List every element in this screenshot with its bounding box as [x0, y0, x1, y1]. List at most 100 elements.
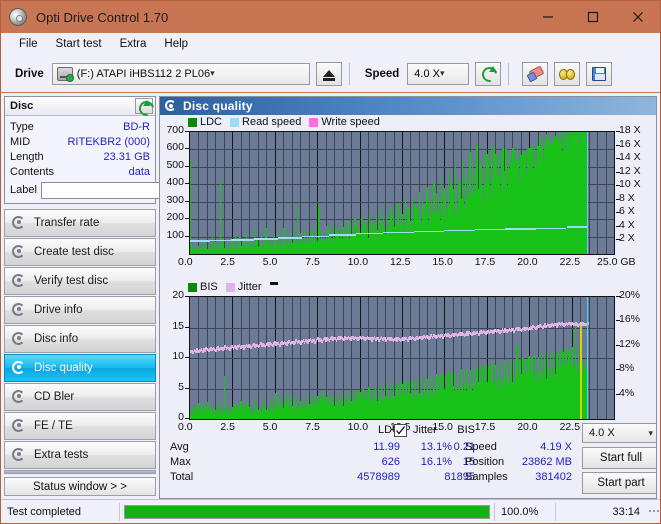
bis-jitter-plot-area [189, 296, 615, 420]
y-axis-tick-mark [185, 296, 189, 297]
disc-icon [12, 244, 27, 260]
sidebar-item-fe-te[interactable]: FE / TE [4, 412, 156, 440]
ldc-plot-area [189, 131, 615, 255]
secondary-y-axis-tick-label: 2 X [619, 232, 635, 245]
sidebar-item-disc-quality[interactable]: Disc quality [4, 354, 156, 382]
stats-header-ldc: LDC [377, 424, 400, 436]
refresh-icon [481, 66, 497, 81]
secondary-y-axis-tick-label: 12 X [619, 164, 641, 177]
erase-button[interactable] [522, 61, 549, 86]
read-speed-line [413, 230, 445, 233]
minimize-icon[interactable] [525, 1, 570, 33]
y-axis-tick-mark [185, 235, 189, 237]
test-speed-select[interactable]: 4.0 X ▾ [582, 423, 656, 443]
stats-speed-value: 4.19 X [540, 441, 572, 453]
disc-type-value: BD-R [123, 120, 150, 133]
secondary-y-axis-tick-mark [616, 185, 620, 187]
status-window-button[interactable]: Status window > > [4, 477, 156, 496]
x-axis-tick-label: 2.5 [220, 256, 235, 268]
y-axis-tick-label: 10 [172, 350, 184, 362]
position-cursor-line [586, 297, 589, 419]
eject-button[interactable] [315, 61, 342, 86]
x-axis-tick-label: 10.0 [347, 256, 369, 268]
secondary-y-axis-tick-mark [616, 131, 620, 132]
charts-area: LDC Read speed Write speed 700 600 500 400 300… [160, 115, 656, 433]
sidebar-item-create-test-disc[interactable]: Create test disc [4, 238, 156, 266]
stats-samples-value: 381402 [535, 471, 572, 483]
secondary-y-axis-tick-label: 20% [619, 289, 641, 301]
secondary-y-axis-tick-label: 18 X [619, 124, 641, 136]
sidebar-item-cd-bler[interactable]: CD Bler [4, 383, 156, 411]
x-axis-tick-label: 25.0 GB [597, 256, 636, 268]
start-part-button[interactable]: Start part [582, 472, 656, 494]
disc-icon [12, 215, 27, 231]
progress-bar-fill [125, 505, 489, 518]
disc-panel-title: Disc [10, 100, 34, 112]
sidebar-spacer [4, 470, 156, 474]
y-axis-tick-mark [185, 200, 189, 202]
elapsed-time: 33:14 [612, 505, 640, 518]
status-divider-1 [119, 502, 120, 521]
disc-info-rows: Type BD-R MID RITEKBR2 (000) Length 23.3… [5, 116, 243, 203]
menu-bar: File Start test Extra Help [1, 33, 660, 55]
disc-row-mid: MID RITEKBR2 (000) [10, 134, 150, 149]
speed-select[interactable]: 4.0 X ▾ [407, 62, 470, 85]
chevron-down-icon: ▾ [439, 68, 445, 78]
maximize-icon[interactable] [570, 1, 615, 33]
menu-item-start-test[interactable]: Start test [47, 36, 111, 52]
close-icon[interactable] [615, 1, 660, 33]
x-axis-tick-label: 12.5 [390, 256, 411, 268]
legend-swatch [309, 117, 319, 127]
sidebar-item-drive-info[interactable]: Drive info [4, 296, 156, 324]
legend-label: Jitter [237, 281, 262, 293]
legend-swatch [225, 282, 235, 292]
refresh-icon [138, 100, 151, 112]
sidebar-item-disc-info[interactable]: Disc info [4, 325, 156, 353]
legend-item: LDC [188, 116, 222, 128]
read-speed-line [329, 234, 357, 236]
secondary-y-axis-tick-mark [616, 393, 620, 395]
secondary-y-axis-tick-mark [616, 198, 620, 200]
series-container [190, 297, 614, 419]
disc-row-contents: Contents data [10, 164, 150, 179]
sidebar-item-transfer-rate[interactable]: Transfer rate [4, 209, 156, 237]
menu-item-file[interactable]: File [10, 36, 47, 52]
menu-item-help[interactable]: Help [155, 36, 197, 52]
jitter-checkbox[interactable] [394, 424, 407, 437]
app-window: Opti Drive Control 1.70 File Start test … [0, 0, 661, 524]
menu-item-extra[interactable]: Extra [111, 36, 156, 52]
jitter-checkbox-label: Jitter [413, 424, 437, 436]
sidebar-item-label: Disc info [34, 333, 79, 345]
secondary-y-axis-tick-mark [616, 158, 620, 160]
disc-row-label: Label [10, 181, 243, 199]
series-container [190, 132, 614, 254]
read-speed-line [230, 239, 255, 241]
y-axis-tick-label: 15 [172, 319, 184, 332]
sidebar-item-verify-test-disc[interactable]: Verify test disc [4, 267, 156, 295]
save-icon [592, 66, 607, 81]
secondary-y-axis-tick-mark [616, 225, 620, 227]
y-axis-tick-label: 200 [166, 211, 184, 224]
y-axis-tick-mark [185, 357, 189, 358]
x-axis-tick-label: 17.5 [474, 256, 496, 268]
position-cursor-line [586, 132, 589, 254]
sidebar-item-extra-tests[interactable]: Extra tests [4, 441, 156, 469]
y-axis-tick-label: 700 [166, 124, 184, 136]
refresh-button[interactable] [475, 61, 502, 86]
x-axis-tick-label: 20.0 [517, 256, 538, 268]
drive-select[interactable]: (F:) ATAPI iHBS112 2 PL06 ▾ [51, 62, 310, 85]
save-button[interactable] [586, 61, 613, 86]
stats-jitter-max: 16.1% [420, 456, 452, 468]
glasses-button[interactable] [554, 61, 581, 86]
legend-item: Read speed [230, 116, 301, 128]
sidebar-item-label: Transfer rate [34, 217, 100, 229]
y-axis-tick-mark [185, 418, 189, 419]
disc-refresh-button[interactable] [135, 98, 153, 114]
chevron-down-icon: ▾ [648, 427, 653, 438]
ldc-chart: LDC Read speed Write speed 700 600 500 400 300… [160, 115, 656, 280]
legend-label: Read speed [242, 116, 302, 128]
start-full-button[interactable]: Start full [582, 447, 656, 469]
disc-panel-header: Disc [5, 97, 155, 116]
stats-ldc-total: 4578989 [357, 471, 400, 483]
resize-grip-icon[interactable] [646, 509, 660, 515]
